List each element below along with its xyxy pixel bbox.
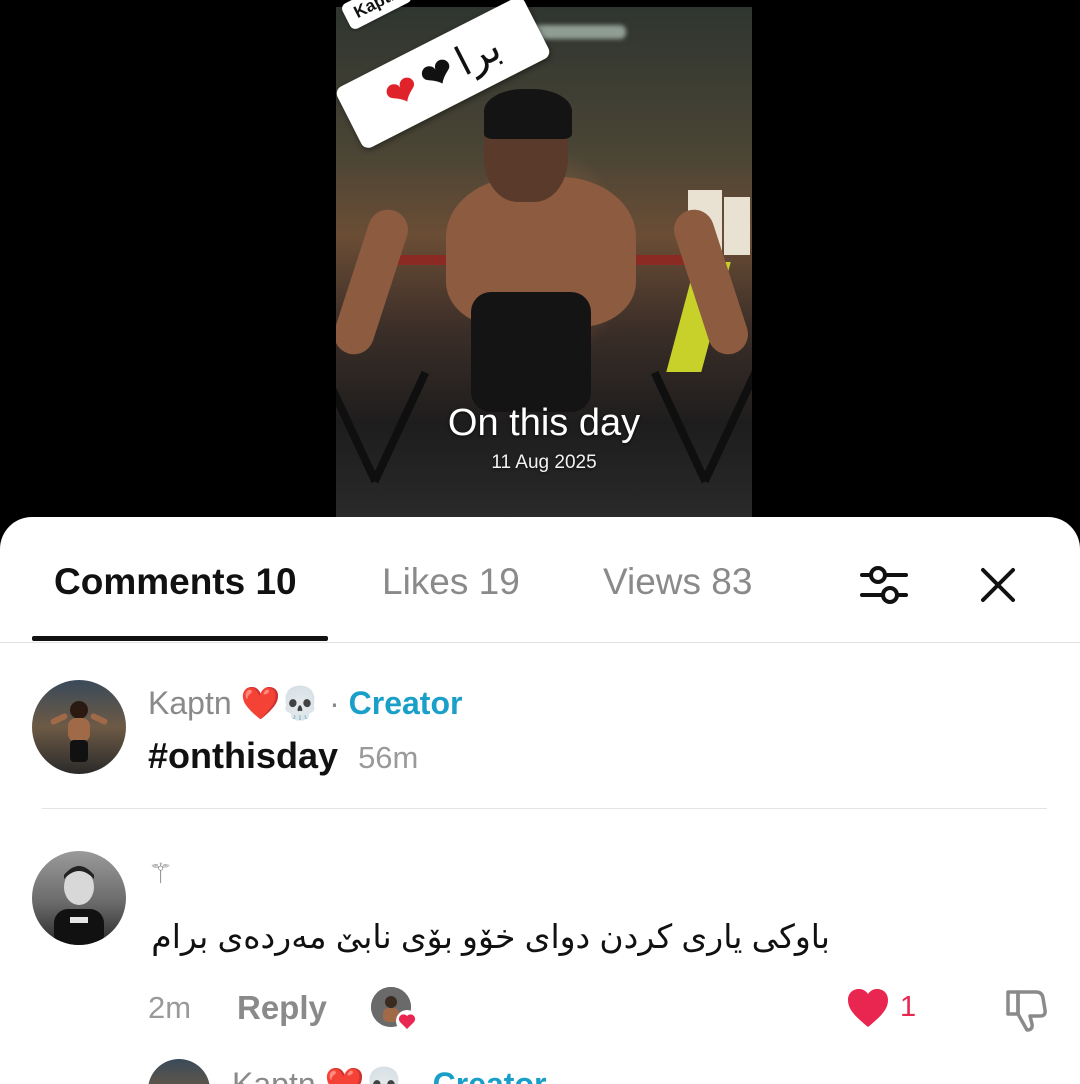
separator: · <box>329 685 340 721</box>
close-icon[interactable] <box>970 557 1026 613</box>
like-count: 1 <box>900 991 917 1023</box>
like-heart-icon[interactable] <box>846 987 890 1029</box>
comment-time: 56m <box>358 740 419 775</box>
comments-sheet: Comments 10 Likes 19 Views 83 Kaptn ❤️💀 … <box>0 517 1080 1084</box>
avatar[interactable] <box>148 1059 210 1084</box>
skull-emoji-icon: 💀 <box>280 685 321 721</box>
skull-emoji-icon: 💀 <box>364 1066 405 1084</box>
creator-badge: Creator <box>348 685 463 721</box>
comment-text: #onthisday 56m <box>148 735 418 777</box>
tab-likes[interactable]: Likes 19 <box>382 561 520 603</box>
heart-emoji-icon: ❤️ <box>324 1066 365 1084</box>
comment-author[interactable]: Kaptn ❤️💀 · Creator <box>232 1065 546 1084</box>
wall-poster <box>724 197 750 255</box>
author-name[interactable]: Kaptn <box>232 1066 316 1084</box>
reply-button[interactable]: Reply <box>237 989 327 1027</box>
avatar[interactable] <box>32 680 126 774</box>
comment-item: Kaptn ❤️💀 · Creator #onthisday 56m <box>0 642 1080 812</box>
memory-date: 11 Aug 2025 <box>491 452 597 473</box>
author-name[interactable]: Kaptn <box>148 685 232 721</box>
active-tab-indicator <box>32 636 328 641</box>
author-name[interactable]: ⚚ <box>148 858 173 889</box>
sliders-icon[interactable] <box>856 557 912 613</box>
hashtag-link[interactable]: #onthisday <box>148 735 338 776</box>
memory-title: On this day <box>447 402 641 444</box>
dislike-icon[interactable] <box>1002 986 1048 1032</box>
tab-bar: Comments 10 Likes 19 Views 83 <box>0 517 1080 643</box>
person-shorts <box>471 292 591 412</box>
creator-badge: Creator <box>432 1066 547 1084</box>
comment-author[interactable]: ⚚ <box>148 857 173 890</box>
tab-views[interactable]: Views 83 <box>603 561 752 603</box>
comment-text: باوکی یاری کردن دوای خۆو بۆی نابێ مەردەی… <box>151 918 830 955</box>
avatar[interactable] <box>32 851 126 945</box>
comment-item: ⚚ باوکی یاری کردن دوای خۆو بۆی نابێ مەرد… <box>0 809 1080 1039</box>
person-arm <box>336 204 414 360</box>
separator: · <box>413 1066 424 1084</box>
heart-emoji-icon: ❤️ <box>240 685 281 721</box>
comment-item: Kaptn ❤️💀 · Creator <box>0 1039 1080 1084</box>
tab-comments[interactable]: Comments 10 <box>54 561 297 603</box>
creator-liked-avatar <box>371 987 418 1032</box>
person-hair <box>484 89 572 139</box>
comment-time: 2m <box>148 990 192 1025</box>
comment-author[interactable]: Kaptn ❤️💀 · Creator <box>148 684 462 722</box>
